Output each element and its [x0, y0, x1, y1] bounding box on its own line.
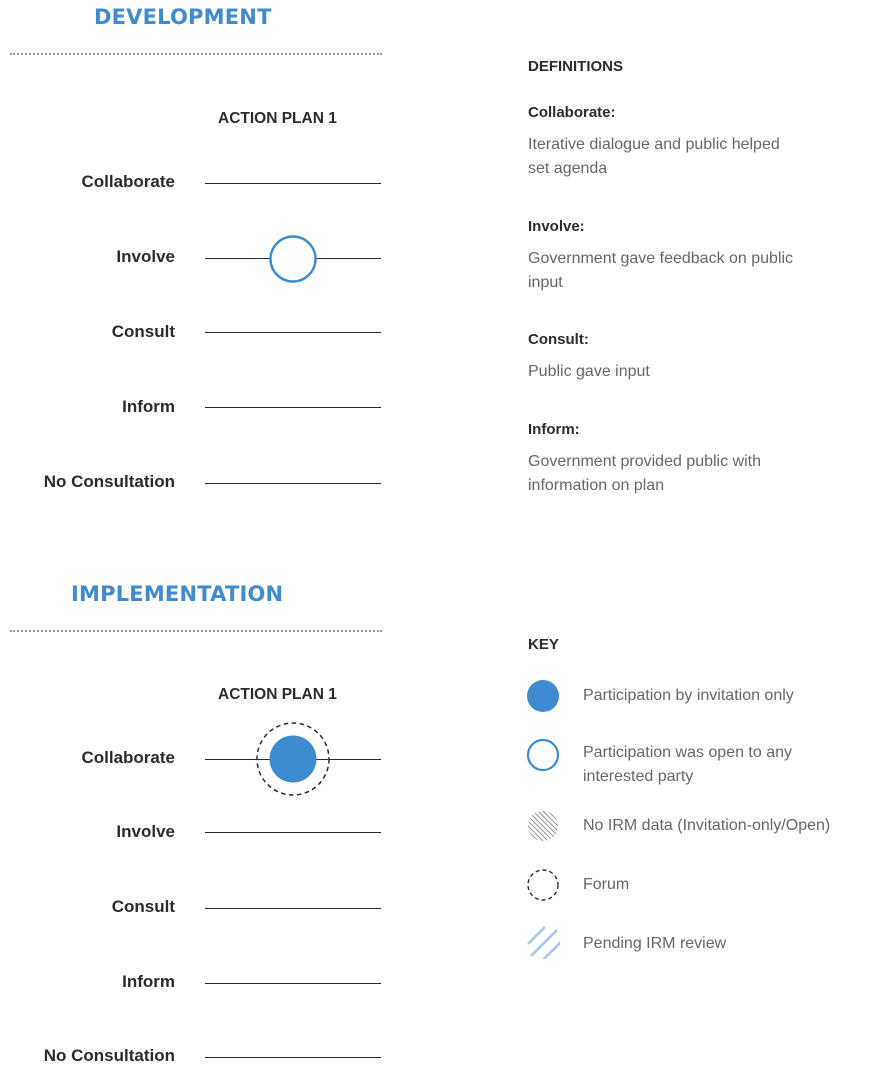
development-level-inform: Inform — [122, 397, 175, 416]
definition-text-inform: Government provided public with informat… — [528, 453, 762, 494]
implementation-column-header: ACTION PLAN 1 — [218, 686, 337, 703]
filled-circle-icon — [527, 680, 559, 712]
dashed-circle-icon — [527, 869, 559, 901]
key-label-forum: Forum — [583, 876, 630, 893]
implementation-divider — [10, 630, 382, 632]
diagonal-lines-icon — [527, 926, 560, 959]
implementation-line-no-consultation — [205, 1057, 381, 1058]
implementation-line-involve — [205, 832, 381, 833]
implementation-line-consult — [205, 908, 381, 909]
key-label-open: Participation was open to any interested… — [583, 744, 793, 785]
implementation-line-inform — [205, 983, 381, 984]
development-level-no-consultation: No Consultation — [43, 472, 175, 491]
definition-text-collaborate: Iterative dialogue and public helped set… — [528, 136, 780, 177]
definition-term-involve: Involve: — [528, 218, 585, 235]
development-divider — [10, 53, 382, 55]
definition-text-consult: Public gave input — [528, 363, 650, 380]
implementation-level-inform: Inform — [122, 972, 175, 991]
implementation-title: IMPLEMENTATION — [71, 582, 284, 606]
key-label-invitation-only: Participation by invitation only — [583, 687, 794, 704]
development-line-inform — [205, 407, 381, 408]
development-level-consult: Consult — [111, 322, 175, 341]
key-label-pending-review: Pending IRM review — [583, 935, 727, 952]
definition-term-collaborate: Collaborate: — [528, 104, 616, 121]
development-line-collaborate — [205, 183, 381, 184]
striped-circle-icon — [528, 811, 558, 841]
development-title: DEVELOPMENT — [94, 5, 272, 29]
implementation-marker-invitation-forum — [256, 722, 330, 796]
definitions-heading: DEFINITIONS — [528, 58, 624, 75]
implementation-level-involve: Involve — [116, 822, 175, 841]
development-level-involve: Involve — [116, 247, 175, 266]
open-circle-icon — [526, 738, 560, 772]
development-marker-open-circle — [269, 235, 317, 283]
development-column-header: ACTION PLAN 1 — [218, 110, 337, 127]
definition-term-inform: Inform: — [528, 421, 580, 438]
implementation-level-consult: Consult — [111, 897, 175, 916]
implementation-level-collaborate: Collaborate — [81, 748, 175, 767]
development-line-no-consultation — [205, 483, 381, 484]
implementation-level-no-consultation: No Consultation — [43, 1046, 175, 1065]
key-heading: KEY — [528, 636, 559, 653]
key-label-no-irm-data: No IRM data (Invitation-only/Open) — [583, 817, 831, 834]
development-level-collaborate: Collaborate — [81, 172, 175, 191]
development-line-consult — [205, 332, 381, 333]
definition-term-consult: Consult: — [528, 331, 589, 348]
definition-text-involve: Government gave feedback on public input — [528, 250, 794, 291]
